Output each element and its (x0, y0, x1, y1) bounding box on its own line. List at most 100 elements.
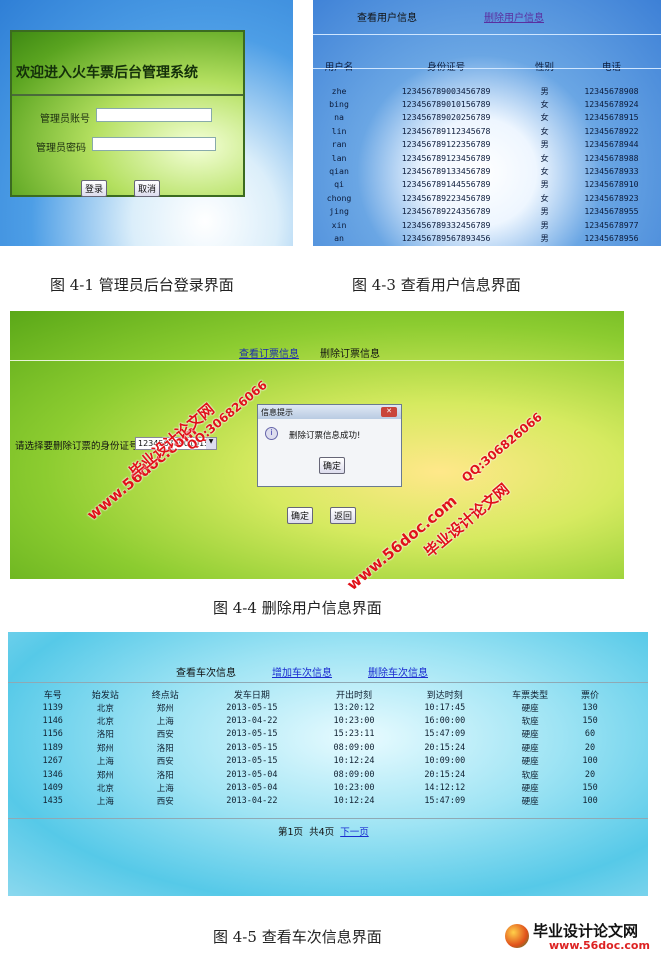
table-cell: 上海 (96, 757, 114, 768)
table-cell: 洛阳 (156, 743, 174, 754)
page-total: 共4页 (309, 827, 335, 838)
table-cell: zhe (331, 85, 347, 96)
next-page-link[interactable]: 下一页 (340, 827, 369, 838)
close-icon[interactable]: ✕ (381, 407, 397, 417)
column-header: 用户名 (313, 48, 365, 84)
logo-icon (505, 924, 529, 948)
table-cell: 123456789332456789 (401, 219, 491, 230)
column-header: 始发站 (91, 690, 119, 701)
account-input[interactable] (96, 108, 212, 122)
table-cell: 10:23:00 (333, 716, 375, 727)
divider (10, 360, 624, 361)
column-header: 终点站 (151, 690, 179, 701)
table-cell: 130 (582, 702, 598, 713)
table-row: qian 123456789133456789 女 12345678933 (313, 164, 661, 177)
column-header: 开出时刻 (336, 690, 373, 701)
table-cell: 硬座 (521, 757, 539, 768)
table-row: 1189 郑州 洛阳 2013-05-15 08:09:00 20:15:24 硬座 20 (30, 741, 610, 754)
tab-view-bookings[interactable]: 查看订票信息 (239, 345, 299, 360)
table-cell: 20:15:24 (424, 769, 466, 780)
cancel-button[interactable]: 取消 (134, 180, 161, 197)
table-cell: 软座 (521, 717, 539, 728)
table-row: jing 123456789224356789 男 12345678955 (313, 205, 661, 218)
tab-view-users[interactable]: 查看用户信息 (357, 9, 417, 24)
figure-user-info-screenshot: 查看用户信息 删除用户信息 用户名身份证号性别电话 zhe 12345678900… (313, 0, 661, 246)
table-cell: 100 (582, 796, 598, 807)
confirm-button[interactable]: 确定 (287, 507, 314, 524)
info-dialog: 信息提示 ✕ i 删除订票信息成功! 确定 (257, 404, 402, 487)
table-cell: na (334, 112, 344, 123)
table-cell: 10:12:24 (333, 796, 375, 807)
table-cell: 14:12:12 (424, 783, 466, 794)
table-cell: 150 (582, 783, 598, 794)
table-cell: 1156 (42, 729, 63, 740)
table-row: qi 123456789144556789 男 12345678910 (313, 178, 661, 191)
divider (313, 34, 661, 35)
tab-view-trains: 查看车次信息 (176, 668, 236, 679)
table-cell: 上海 (96, 797, 114, 808)
table-row: an 123456789567893456 男 12345678956 (313, 231, 661, 244)
tab-add-train[interactable]: 增加车次信息 (272, 664, 332, 679)
table-cell: lan (331, 152, 347, 163)
table-cell: 硬座 (521, 784, 539, 795)
table-cell: 150 (582, 716, 598, 727)
table-cell: qi (334, 179, 344, 190)
table-cell: 1435 (42, 796, 63, 807)
table-cell: 15:23:11 (333, 729, 375, 740)
table-cell: 上海 (156, 784, 174, 795)
table-cell: 12345678910 (584, 179, 639, 190)
table-cell: 西安 (156, 730, 174, 741)
table-cell: 北京 (96, 717, 114, 728)
table-cell: 男 (540, 85, 549, 96)
table-row: chong 123456789223456789 女 12345678923 (313, 191, 661, 204)
table-cell: 08:09:00 (333, 742, 375, 753)
table-cell: 123456789567893456 (401, 232, 491, 243)
table-cell: 女 (540, 192, 549, 203)
table-cell: 女 (540, 166, 549, 177)
table-cell: 16:00:00 (424, 716, 466, 727)
table-cell: 2013-05-15 (226, 729, 278, 740)
table-cell: 123456789112345678 (401, 125, 491, 136)
table-cell: 10:17:45 (424, 702, 466, 713)
logo-url: www.56doc.com (549, 939, 650, 952)
dialog-ok-button[interactable]: 确定 (319, 457, 346, 474)
login-button[interactable]: 登录 (81, 180, 108, 197)
table-cell: 12345678955 (584, 206, 639, 217)
account-label: 管理员账号 (40, 114, 90, 125)
password-input[interactable] (92, 137, 216, 151)
table-cell: 洛阳 (96, 730, 114, 741)
site-logo: 毕业设计论文网 www.56doc.com (505, 918, 661, 956)
select-label: 请选择要删除订票的身份证号 (15, 441, 139, 452)
divider (12, 94, 243, 96)
table-cell: 10:09:00 (424, 756, 466, 767)
table-cell: 12345678908 (584, 85, 639, 96)
login-window: 欢迎进入火车票后台管理系统 管理员账号 管理员密码 登录 取消 (10, 30, 245, 197)
table-cell: 郑州 (156, 703, 174, 714)
table-cell: qian (329, 166, 349, 177)
table-row: ran 123456789122356789 男 12345678944 (313, 138, 661, 151)
table-cell: 2013-05-04 (226, 769, 278, 780)
table-cell: 1139 (42, 702, 63, 713)
table-row: zhe 123456789003456789 男 12345678908 (313, 84, 661, 97)
table-cell: 北京 (96, 703, 114, 714)
column-header: 身份证号 (365, 48, 527, 84)
table-cell: 12345678922 (584, 125, 639, 136)
table-cell: 123456789224356789 (401, 206, 491, 217)
table-row: bing 123456789010156789 女 12345678924 (313, 97, 661, 110)
tab-delete-train[interactable]: 删除车次信息 (368, 664, 428, 679)
tab-delete-users[interactable]: 删除用户信息 (484, 9, 544, 24)
tab-delete-bookings: 删除订票信息 (320, 349, 380, 360)
table-cell: 12345678915 (584, 112, 639, 123)
column-header: 车号 (43, 690, 62, 701)
table-cell: 女 (540, 125, 549, 136)
table-cell: 洛阳 (156, 770, 174, 781)
table-cell: 男 (540, 232, 549, 243)
table-cell: 2013-05-15 (226, 756, 278, 767)
table-cell: 123456789123456789 (401, 152, 491, 163)
back-button[interactable]: 返回 (330, 507, 357, 524)
table-cell: 12345678988 (584, 152, 639, 163)
table-cell: 15:47:09 (424, 796, 466, 807)
password-label: 管理员密码 (36, 143, 86, 154)
table-row: 1146 北京 上海 2013-04-22 10:23:00 16:00:00 软座 150 (30, 714, 610, 727)
watermark-qq: QQ:306826066 (459, 409, 545, 485)
